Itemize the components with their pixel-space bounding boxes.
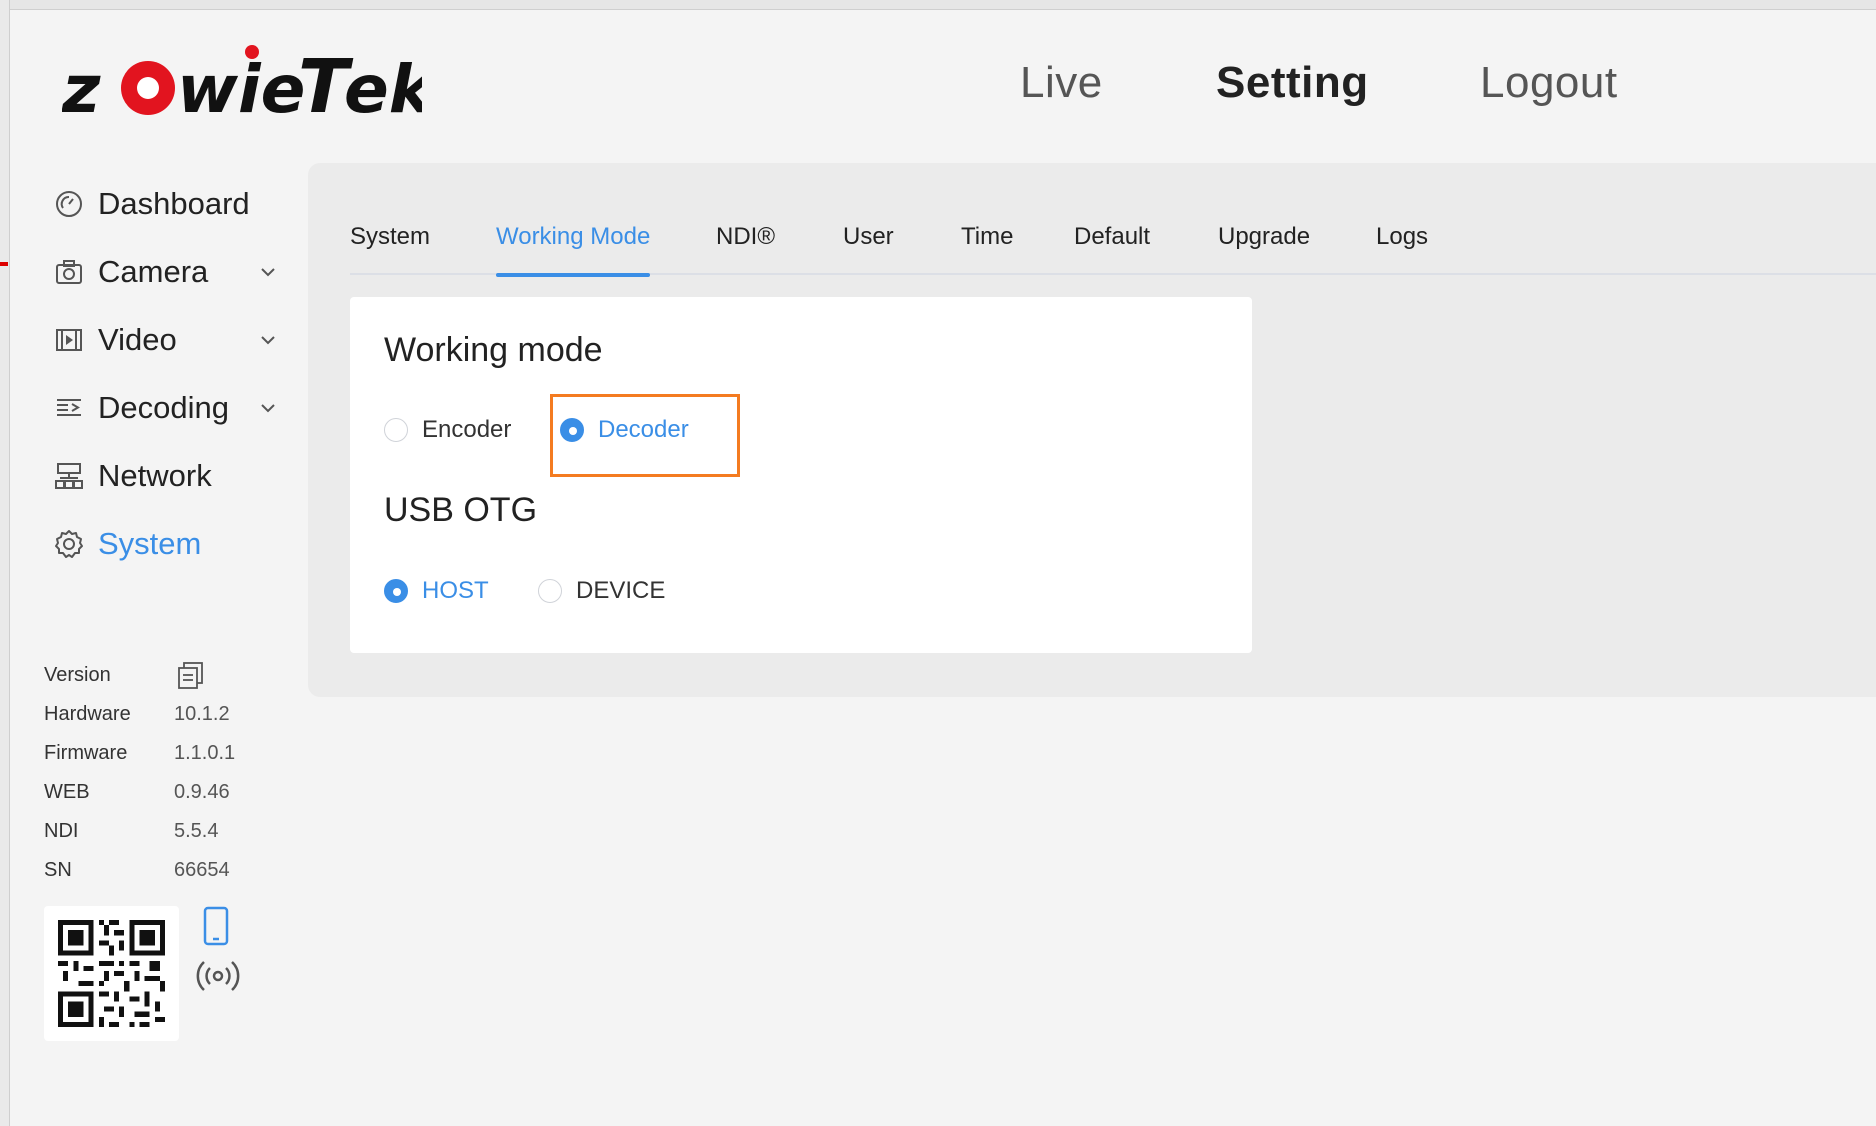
version-info: Version Hardware 10.1.2 Firmware 1.1.0.1 W… (44, 656, 244, 890)
browser-top-edge (0, 0, 1876, 10)
version-row: SN 66654 (44, 859, 230, 881)
version-row: NDI 5.5.4 (44, 820, 219, 842)
sidebar-item-camera[interactable]: Camera (50, 238, 280, 306)
chevron-down-icon[interactable] (256, 260, 280, 284)
version-row: Firmware 1.1.0.1 (44, 742, 236, 764)
radio-circle[interactable] (560, 418, 584, 442)
tab-upgrade[interactable]: Upgrade (1218, 218, 1310, 275)
sidebar-item-label: Camera (98, 254, 209, 289)
chevron-down-icon[interactable] (256, 396, 280, 420)
sidebar: Dashboard Camera Video Decoding Network … (50, 170, 280, 578)
tab-ndi[interactable]: NDI® (716, 218, 775, 275)
sidebar-item-label: Dashboard (98, 186, 250, 221)
working-mode-card: Working mode Encoder Decoder USB OTG HOS… (350, 297, 1252, 653)
sidebar-item-system[interactable]: System (50, 510, 280, 578)
version-row: Hardware 10.1.2 (44, 703, 230, 725)
radio-encoder[interactable]: Encoder (384, 416, 511, 444)
version-row: WEB 0.9.46 (44, 781, 230, 803)
nav-setting[interactable]: Setting (1216, 58, 1369, 108)
settings-tabs: System Working Mode NDI® User Time Defau… (350, 218, 1876, 277)
sidebar-item-label: System (98, 526, 202, 561)
network-icon (50, 457, 88, 495)
gauge-icon (50, 185, 88, 223)
camera-icon (50, 253, 88, 291)
sidebar-item-dashboard[interactable]: Dashboard (50, 170, 280, 238)
nav-logout[interactable]: Logout (1480, 58, 1618, 108)
gear-icon (50, 525, 88, 563)
sidebar-item-label: Decoding (98, 390, 229, 425)
sidebar-item-label: Video (98, 322, 177, 357)
edge-marker (0, 262, 8, 266)
decoding-icon (50, 389, 88, 427)
sidebar-item-decoding[interactable]: Decoding (50, 374, 280, 442)
broadcast-icon[interactable] (196, 958, 240, 994)
radio-decoder[interactable]: Decoder (560, 416, 689, 444)
sidebar-item-video[interactable]: Video (50, 306, 280, 374)
tab-logs[interactable]: Logs (1376, 218, 1428, 275)
radio-host[interactable]: HOST (384, 577, 489, 605)
tab-system[interactable]: System (350, 218, 430, 275)
chevron-down-icon[interactable] (256, 328, 280, 352)
tab-default[interactable]: Default (1074, 218, 1150, 275)
sidebar-item-label: Network (98, 458, 212, 493)
browser-left-edge (0, 0, 10, 1126)
tab-working-mode[interactable]: Working Mode (496, 218, 651, 277)
copy-icon[interactable] (176, 660, 206, 690)
sidebar-item-network[interactable]: Network (50, 442, 280, 510)
working-mode-title: Working mode (384, 331, 603, 369)
phone-icon[interactable] (202, 906, 230, 946)
tab-user[interactable]: User (843, 218, 894, 275)
top-navigation: Live Setting Logout (0, 58, 1876, 118)
usb-otg-title: USB OTG (384, 491, 538, 529)
tab-time[interactable]: Time (961, 218, 1013, 275)
radio-device[interactable]: DEVICE (538, 577, 665, 605)
qr-code (44, 906, 179, 1041)
radio-circle[interactable] (384, 579, 408, 603)
film-icon (50, 321, 88, 359)
main-panel: System Working Mode NDI® User Time Defau… (308, 163, 1876, 697)
nav-live[interactable]: Live (1020, 58, 1103, 108)
version-title: Version (44, 664, 111, 686)
radio-circle[interactable] (538, 579, 562, 603)
radio-circle[interactable] (384, 418, 408, 442)
